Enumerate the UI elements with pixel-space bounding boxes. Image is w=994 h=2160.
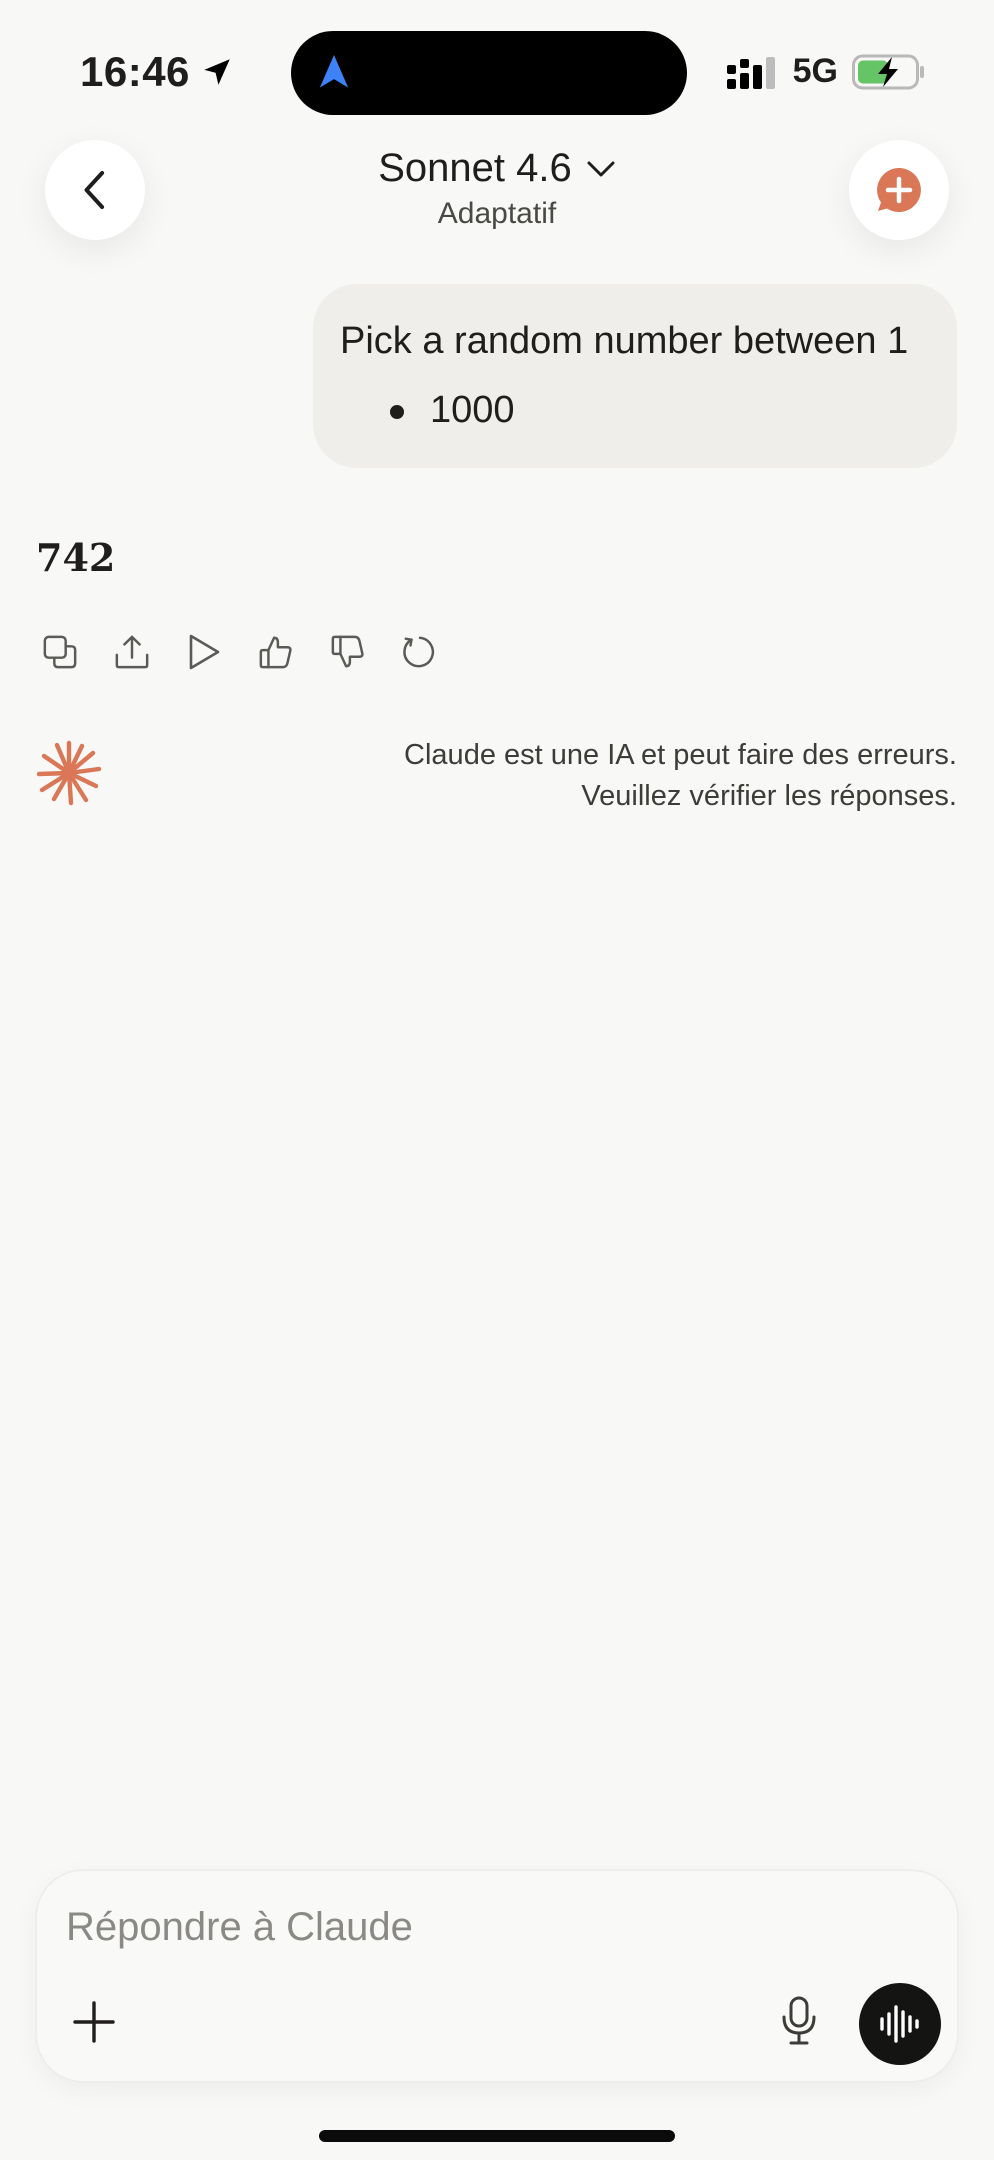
read-aloud-button[interactable]: [186, 632, 222, 672]
status-time-group: 16:46: [80, 48, 234, 96]
thumbs-down-icon: [331, 635, 364, 668]
share-button[interactable]: [114, 632, 150, 672]
waveform-icon: [880, 2005, 919, 2043]
message-actions: [42, 632, 438, 672]
reply-input[interactable]: [66, 1905, 886, 1950]
claude-spark-icon: [36, 740, 102, 806]
disclaimer-line-2: Veuillez vérifier les réponses.: [581, 780, 957, 812]
navigation-icon: [319, 55, 349, 88]
copy-button[interactable]: [42, 632, 78, 672]
dynamic-island: [291, 31, 687, 115]
user-message-text: Pick a random number between 1: [340, 320, 909, 362]
user-message-list: 1000: [390, 389, 931, 432]
play-icon: [189, 634, 220, 670]
reply-composer: [37, 1871, 957, 2081]
new-chat-icon: [877, 168, 921, 212]
user-message-bubble: Pick a random number between 1 1000: [313, 284, 957, 468]
home-indicator: [319, 2130, 675, 2142]
attach-button[interactable]: [73, 2001, 115, 2048]
disclaimer: Claude est une IA et peut faire des erre…: [404, 735, 957, 817]
dictation-button[interactable]: [779, 1995, 819, 2052]
location-arrow-icon: [204, 59, 230, 85]
microphone-icon: [782, 1996, 816, 2045]
status-indicators: 5G: [726, 52, 926, 91]
plus-icon: [73, 2001, 115, 2043]
chevron-down-icon: [587, 161, 615, 176]
thumbs-up-icon: [259, 636, 292, 669]
screen: 16:46 5G Sonnet 4.6 Adaptatif Pick a ran…: [0, 0, 994, 2160]
thumbs-down-button[interactable]: [330, 632, 366, 672]
model-mode: Adaptatif: [437, 197, 557, 230]
network-type: 5G: [792, 52, 838, 90]
new-chat-button[interactable]: [849, 140, 949, 240]
disclaimer-line-1: Claude est une IA et peut faire des erre…: [404, 739, 957, 771]
assistant-reply: 742: [36, 535, 116, 580]
voice-mode-button[interactable]: [859, 1983, 941, 2065]
retry-icon: [403, 636, 435, 668]
model-selector[interactable]: Sonnet 4.6 Adaptatif: [0, 146, 994, 231]
battery-charging-icon: [852, 54, 924, 89]
signal-icon: [726, 56, 775, 89]
copy-icon: [43, 635, 77, 669]
user-message-bullet: 1000: [390, 389, 931, 432]
share-icon: [115, 635, 149, 669]
retry-button[interactable]: [402, 632, 438, 672]
status-time: 16:46: [80, 48, 190, 95]
model-name: Sonnet 4.6: [378, 146, 572, 190]
thumbs-up-button[interactable]: [258, 632, 294, 672]
model-name-row[interactable]: Sonnet 4.6: [378, 146, 616, 191]
